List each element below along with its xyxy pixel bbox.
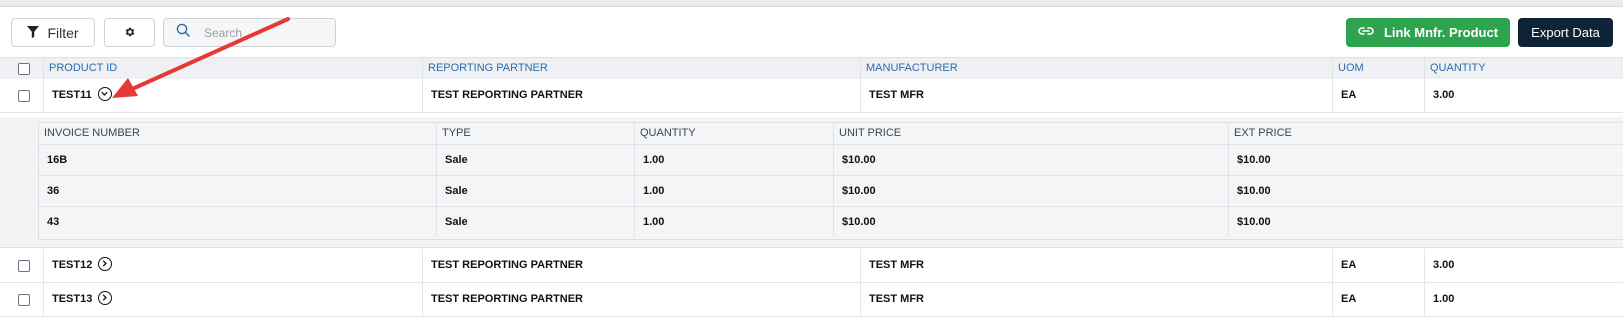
manufacturer-cell: TEST MFR: [860, 249, 1332, 282]
table-header: PRODUCT ID REPORTING PARTNER MANUFACTURE…: [0, 57, 1623, 80]
invoice-number-cell: 36: [47, 185, 60, 197]
subcolumn-header-quantity: QUANTITY: [634, 123, 833, 144]
search-input[interactable]: [202, 24, 326, 41]
subcolumn-header-unit-price: UNIT PRICE: [833, 123, 1228, 144]
quantity-cell: 3.00: [1424, 79, 1623, 112]
uom-cell: EA: [1332, 249, 1424, 282]
invoice-subtable: INVOICE NUMBER TYPE QUANTITY UNIT PRICE …: [38, 122, 1623, 240]
subcolumn-header-type: TYPE: [436, 123, 634, 144]
reporting-partner-cell: TEST REPORTING PARTNER: [422, 79, 860, 112]
link-icon: [1358, 25, 1374, 40]
product-id-cell: TEST11: [43, 79, 422, 112]
row-checkbox[interactable]: [18, 260, 30, 272]
link-mnfr-product-button[interactable]: Link Mnfr. Product: [1346, 18, 1510, 47]
unit-price-cell: $10.00: [833, 145, 1228, 175]
select-all-checkbox[interactable]: [18, 63, 30, 75]
column-header-reporting-partner[interactable]: REPORTING PARTNER: [422, 58, 860, 79]
subtable-row: 16B Sale 1.00 $10.00 $10.00: [39, 144, 1623, 175]
reporting-partner-cell: TEST REPORTING PARTNER: [422, 249, 860, 282]
filter-label: Filter: [47, 24, 79, 41]
column-header-manufacturer[interactable]: MANUFACTURER: [860, 58, 1332, 79]
subtable-row: 36 Sale 1.00 $10.00 $10.00: [39, 175, 1623, 206]
subcolumn-header-ext-price: EXT PRICE: [1228, 123, 1623, 144]
chevron-right-icon[interactable]: [98, 291, 113, 306]
unit-price-cell: $10.00: [833, 176, 1228, 206]
product-panel: Filter Link Mnfr. Product Export Data PR…: [0, 6, 1623, 322]
row-detail-panel: INVOICE NUMBER TYPE QUANTITY UNIT PRICE …: [0, 117, 1623, 248]
type-cell: Sale: [436, 207, 634, 237]
filter-button[interactable]: Filter: [11, 18, 95, 47]
ext-price-cell: $10.00: [1228, 145, 1623, 175]
uom-cell: EA: [1332, 79, 1424, 112]
row-checkbox[interactable]: [18, 294, 30, 306]
row-checkbox[interactable]: [18, 90, 30, 102]
uom-cell: EA: [1332, 283, 1424, 316]
type-cell: Sale: [436, 176, 634, 206]
ext-price-cell: $10.00: [1228, 207, 1623, 237]
table-row[interactable]: TEST11 TEST REPORTING PARTNER TEST MFR E…: [0, 79, 1623, 113]
manufacturer-cell: TEST MFR: [860, 79, 1332, 112]
quantity-cell: 3.00: [1424, 249, 1623, 282]
invoice-number-cell: 16B: [47, 154, 68, 166]
export-data-button[interactable]: Export Data: [1518, 18, 1613, 47]
manufacturer-cell: TEST MFR: [860, 283, 1332, 316]
product-id: TEST11: [52, 89, 92, 101]
gear-icon: [124, 25, 136, 41]
column-header-product-id[interactable]: PRODUCT ID: [43, 58, 422, 79]
table-row[interactable]: TEST12 TEST REPORTING PARTNER TEST MFR E…: [0, 249, 1623, 283]
product-id: TEST13: [52, 293, 93, 305]
ext-price-cell: $10.00: [1228, 176, 1623, 206]
invoice-number-cell: 43: [47, 216, 60, 228]
quantity-cell: 1.00: [634, 207, 833, 237]
settings-button[interactable]: [104, 18, 155, 47]
subcolumn-header-invoice-number: INVOICE NUMBER: [44, 127, 140, 139]
reporting-partner-cell: TEST REPORTING PARTNER: [422, 283, 860, 316]
column-header-uom[interactable]: UOM: [1332, 58, 1424, 79]
chevron-down-icon[interactable]: [97, 87, 112, 102]
column-header-quantity[interactable]: QUANTITY: [1424, 58, 1623, 79]
quantity-cell: 1.00: [1424, 283, 1623, 316]
filter-icon: [27, 25, 40, 41]
link-button-label: Link Mnfr. Product: [1383, 25, 1499, 40]
quantity-cell: 1.00: [634, 145, 833, 175]
search-icon: [176, 23, 190, 42]
table-row[interactable]: TEST13 TEST REPORTING PARTNER TEST MFR E…: [0, 283, 1623, 317]
subtable-row: 43 Sale 1.00 $10.00 $10.00: [39, 206, 1623, 237]
quantity-cell: 1.00: [634, 176, 833, 206]
toolbar: Filter Link Mnfr. Product Export Data: [0, 7, 1623, 57]
type-cell: Sale: [436, 145, 634, 175]
product-id-cell: TEST12: [43, 249, 422, 282]
unit-price-cell: $10.00: [833, 207, 1228, 237]
search-box: [163, 18, 336, 47]
product-id-cell: TEST13: [43, 283, 422, 316]
chevron-right-icon[interactable]: [98, 257, 113, 272]
product-id: TEST12: [52, 259, 93, 271]
